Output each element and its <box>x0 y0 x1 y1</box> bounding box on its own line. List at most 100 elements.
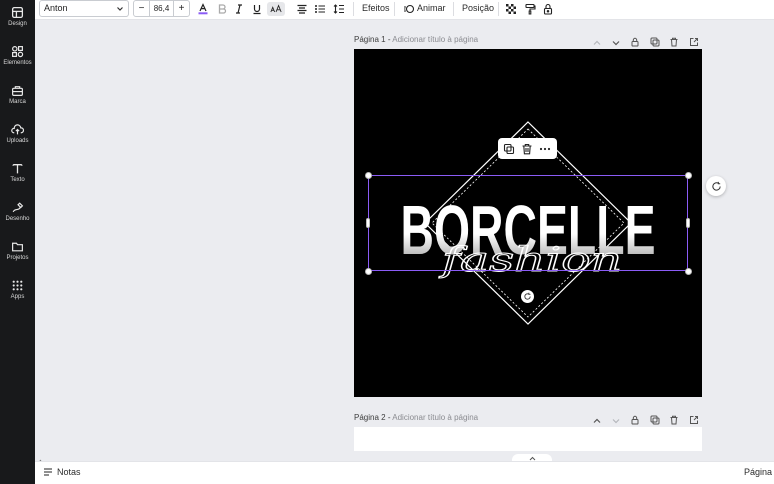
selection-box[interactable] <box>368 175 688 271</box>
brand-icon <box>12 86 23 96</box>
notes-icon <box>44 468 52 476</box>
duplicate-page-button[interactable] <box>650 412 660 425</box>
chevron-up-icon <box>593 40 601 45</box>
toolbar-divider <box>394 2 395 16</box>
sidebar-item-label: Uploads <box>6 138 29 144</box>
animate-icon <box>402 2 416 16</box>
move-page-down-button[interactable] <box>611 35 621 46</box>
animate-button[interactable]: Animar <box>417 3 446 13</box>
duplicate-element-button[interactable] <box>503 142 516 155</box>
resize-handle-bottom-right[interactable] <box>685 268 692 275</box>
delete-page-button[interactable] <box>669 34 679 47</box>
sidebar-item-elementos[interactable]: Elementos <box>0 42 35 78</box>
transparency-button[interactable] <box>504 2 518 16</box>
underline-icon <box>253 5 261 15</box>
sidebar-item-label: Marca <box>9 99 26 105</box>
trash-icon <box>670 37 678 47</box>
font-family-select[interactable]: Anton <box>39 0 129 17</box>
font-size-stepper: − 86,4 + <box>133 0 190 17</box>
lock-page-button[interactable] <box>630 34 640 47</box>
rotate-handle[interactable] <box>521 290 534 303</box>
font-family-value: Anton <box>44 3 68 13</box>
notes-label: Notas <box>57 467 81 477</box>
page-title[interactable]: Página 1 - Adicionar título à página <box>354 35 478 44</box>
more-options-button[interactable] <box>539 142 552 155</box>
effects-button[interactable]: Efeitos <box>362 3 390 13</box>
design-page-2[interactable] <box>354 427 702 451</box>
bold-button[interactable] <box>215 2 229 16</box>
add-page-button[interactable] <box>689 412 699 424</box>
draw-icon <box>12 202 24 213</box>
duplicate-icon <box>650 415 660 425</box>
resize-handle-top-right[interactable] <box>685 172 692 179</box>
duplicate-icon <box>503 143 515 155</box>
chevron-up-icon <box>593 418 601 423</box>
lock-icon <box>631 415 639 425</box>
regenerate-button[interactable] <box>706 176 726 196</box>
page-title-placeholder: Adicionar título à página <box>392 35 479 44</box>
sidebar-item-apps[interactable]: Apps <box>0 276 35 312</box>
resize-handle-top-left[interactable] <box>365 172 372 179</box>
apps-grid-icon <box>12 280 23 291</box>
italic-button[interactable] <box>232 2 246 16</box>
add-page-button[interactable] <box>689 34 699 46</box>
underline-button[interactable] <box>250 2 264 16</box>
letter-case-button[interactable] <box>267 2 285 16</box>
page-number: Página 1 <box>354 35 386 44</box>
move-page-up-button[interactable] <box>592 35 602 45</box>
sidebar-item-projetos[interactable]: Projetos <box>0 237 35 273</box>
notes-button[interactable]: Notas <box>43 467 81 477</box>
font-size-increase-button[interactable]: + <box>173 1 189 16</box>
resize-handle-right[interactable] <box>686 218 690 228</box>
chevron-down-icon <box>117 7 123 11</box>
sidebar-item-design[interactable]: Design <box>0 3 35 39</box>
delete-page-button[interactable] <box>669 412 679 425</box>
bold-icon <box>218 4 227 14</box>
resize-handle-bottom-left[interactable] <box>365 268 372 275</box>
sidebar-item-label: Projetos <box>6 255 29 261</box>
page-title[interactable]: Página 2 - Adicionar título à página <box>354 413 478 422</box>
position-button[interactable]: Posição <box>462 3 494 13</box>
move-page-down-button[interactable] <box>611 413 621 424</box>
bottom-bar: Notas Página <box>35 461 774 484</box>
delete-element-button[interactable] <box>521 142 534 155</box>
italic-icon <box>236 4 242 14</box>
move-page-up-button[interactable] <box>592 413 602 423</box>
sidebar-item-label: Texto <box>10 177 25 183</box>
chevron-up-icon <box>529 456 535 460</box>
sidebar-item-texto[interactable]: Texto <box>0 159 35 195</box>
font-size-input[interactable]: 86,4 <box>150 1 173 16</box>
page-indicator[interactable]: Página <box>744 467 772 477</box>
resize-handle-left[interactable] <box>366 218 370 228</box>
sidebar-item-uploads[interactable]: Uploads <box>0 120 35 156</box>
trash-icon <box>670 415 678 425</box>
more-horizontal-icon <box>539 147 551 151</box>
line-spacing-button[interactable] <box>332 2 346 16</box>
add-page-icon <box>690 38 698 46</box>
lock-button[interactable] <box>541 2 555 16</box>
text-color-button[interactable] <box>196 2 210 16</box>
lock-page-button[interactable] <box>630 412 640 425</box>
toolbar-divider <box>353 2 354 16</box>
page-title-placeholder: Adicionar título à página <box>392 413 479 422</box>
chevron-down-icon <box>612 41 620 46</box>
chevron-down-icon <box>612 419 620 424</box>
sidebar-item-desenho[interactable]: Desenho <box>0 198 35 234</box>
copy-style-button[interactable] <box>523 2 537 16</box>
toolbar-divider <box>498 2 499 16</box>
sidebar-item-marca[interactable]: Marca <box>0 81 35 117</box>
trash-icon <box>522 143 532 155</box>
font-size-decrease-button[interactable]: − <box>134 1 150 16</box>
align-center-button[interactable] <box>295 2 309 16</box>
editor-toolbar: Anton − 86,4 + Efeitos Animar Posição <box>35 0 774 20</box>
text-color-icon <box>198 3 208 15</box>
page-number: Página 2 <box>354 413 386 422</box>
rotate-icon <box>524 292 531 300</box>
duplicate-page-button[interactable] <box>650 34 660 47</box>
lock-icon <box>631 37 639 47</box>
letter-case-icon <box>270 4 282 13</box>
text-icon <box>12 164 23 174</box>
bullet-list-icon <box>315 5 325 13</box>
collapse-sidebar-button[interactable] <box>37 452 43 465</box>
bullet-list-button[interactable] <box>313 2 327 16</box>
